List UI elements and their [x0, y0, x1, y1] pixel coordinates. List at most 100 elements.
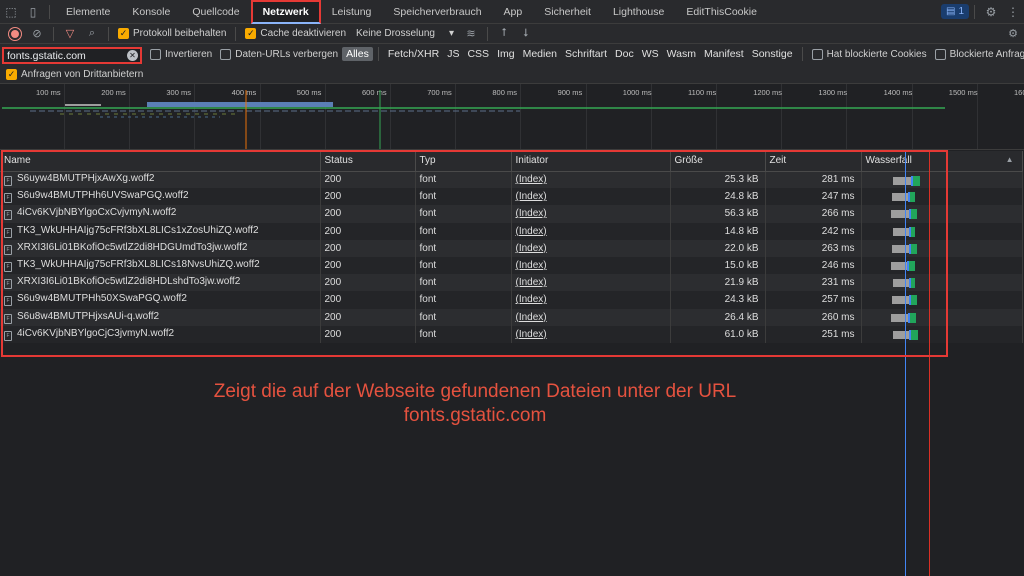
import-har-upload-icon[interactable]: ⭡ [493, 24, 515, 44]
cell-waterfall[interactable] [861, 171, 1023, 189]
table-row[interactable]: F TK3_WkUHHAIjg75cFRf3bXL8LICs18NvsUhiZQ.… [0, 256, 1023, 275]
cell-name[interactable]: F S6uyw4BMUTPHjxAwXg.woff2 [0, 171, 321, 189]
cell-waterfall[interactable] [861, 308, 1023, 326]
type-filter-wasm[interactable]: Wasm [663, 47, 700, 61]
initiator-link[interactable]: (Index) [516, 191, 547, 202]
network-settings-gear-icon[interactable]: ⚙ [1002, 24, 1024, 44]
initiator-link[interactable]: (Index) [516, 294, 547, 305]
cell-initiator[interactable]: (Index) [511, 239, 671, 257]
tab-app[interactable]: App [493, 0, 534, 24]
type-filter-font[interactable]: Schriftart [561, 47, 611, 61]
tab-editthiscookie[interactable]: EditThisCookie [675, 0, 768, 24]
table-row[interactable]: F 4iCv6KVjbNBYlgoCjC3jvmyN.woff2 200 font (I… [0, 325, 1023, 343]
cell-name[interactable]: F S6u9w4BMUTPHh6UVSwaPGQ.woff2 [0, 188, 321, 206]
cell-waterfall[interactable] [861, 222, 1023, 240]
table-row[interactable]: F XRXI3I6Li01BKofiOc5wtlZ2di8HDGUmdTo3jw.… [0, 239, 1023, 257]
filter-input[interactable] [7, 49, 125, 62]
initiator-link[interactable]: (Index) [516, 260, 547, 271]
cell-name[interactable]: F S6u9w4BMUTPHh50XSwaPGQ.woff2 [0, 291, 321, 309]
type-filter-doc[interactable]: Doc [611, 47, 638, 61]
table-row[interactable]: F TK3_WkUHHAIjg75cFRf3bXL8LICs1xZosUhiZQ.… [0, 222, 1023, 240]
throttling-select[interactable]: Keine Drosselung ▾ [350, 28, 460, 39]
initiator-link[interactable]: (Index) [516, 226, 547, 237]
inspect-element-icon[interactable]: ⬚ [0, 0, 22, 24]
type-filter-media[interactable]: Medien [519, 47, 561, 61]
network-overview-timeline[interactable]: 100 ms 200 ms 300 ms 400 ms 500 ms 600 ms 700 … [0, 84, 1024, 150]
cell-initiator[interactable]: (Index) [511, 325, 671, 343]
third-party-checkbox[interactable]: ✓ Anfragen von Drittanbietern [2, 68, 147, 80]
type-filter-css[interactable]: CSS [463, 47, 493, 61]
column-header-name[interactable]: Name [0, 151, 321, 172]
column-header-time[interactable]: Zeit [765, 151, 862, 172]
cell-name[interactable]: F XRXI3I6Li01BKofiOc5wtlZ2di8HDLshdTo3jw.… [0, 274, 321, 292]
preserve-log-checkbox[interactable]: ✓ Protokoll beibehalten [114, 28, 230, 39]
cell-initiator[interactable]: (Index) [511, 274, 671, 292]
table-row[interactable]: F S6u9w4BMUTPHh6UVSwaPGQ.woff2 200 font (Ind… [0, 188, 1023, 206]
column-header-size[interactable]: Größe [670, 151, 766, 172]
table-row[interactable]: F S6u8w4BMUTPHjxsAUi-q.woff2 200 font (Index… [0, 308, 1023, 326]
cell-waterfall[interactable] [861, 205, 1023, 223]
table-row[interactable]: F 4iCv6KVjbNBYlgoCxCvjvmyN.woff2 200 font (I… [0, 205, 1023, 223]
record-button[interactable] [9, 27, 21, 40]
type-filter-fetch-xhr[interactable]: Fetch/XHR [384, 47, 443, 61]
tab-sicherheit[interactable]: Sicherheit [533, 0, 602, 24]
cell-initiator[interactable]: (Index) [511, 291, 671, 309]
filter-icon[interactable]: ▽ [59, 24, 81, 44]
filter-input-box[interactable]: ✕ [2, 47, 142, 64]
tab-leistung[interactable]: Leistung [321, 0, 383, 24]
column-header-status[interactable]: Status [320, 151, 416, 172]
initiator-link[interactable]: (Index) [516, 329, 547, 340]
cell-initiator[interactable]: (Index) [511, 222, 671, 240]
cell-name[interactable]: F XRXI3I6Li01BKofiOc5wtlZ2di8HDGUmdTo3jw.… [0, 239, 321, 257]
blocked-requests-checkbox[interactable]: Blockierte Anfragen [931, 48, 1024, 60]
type-filter-js[interactable]: JS [443, 47, 463, 61]
cell-initiator[interactable]: (Index) [511, 205, 671, 223]
tab-speicherverbrauch[interactable]: Speicherverbrauch [382, 0, 492, 24]
cell-waterfall[interactable] [861, 188, 1023, 206]
search-icon[interactable]: ⌕ [81, 24, 103, 44]
cell-name[interactable]: F TK3_WkUHHAIjg75cFRf3bXL8LICs18NvsUhiZQ.… [0, 256, 321, 275]
type-filter-manifest[interactable]: Manifest [700, 47, 748, 61]
cell-waterfall[interactable] [861, 256, 1023, 275]
disable-cache-checkbox[interactable]: ✓ Cache deaktivieren [241, 28, 350, 39]
network-conditions-wifi-icon[interactable]: ≋ [460, 24, 482, 44]
tab-lighthouse[interactable]: Lighthouse [602, 0, 675, 24]
type-filter-all[interactable]: Alles [342, 47, 373, 61]
clear-icon[interactable]: ⊘ [26, 24, 48, 44]
cell-name[interactable]: F S6u8w4BMUTPHjxsAUi-q.woff2 [0, 308, 321, 326]
tab-konsole[interactable]: Konsole [121, 0, 181, 24]
more-options-icon[interactable]: ⋮ [1002, 0, 1024, 24]
tab-elemente[interactable]: Elemente [55, 0, 121, 24]
invert-checkbox[interactable]: Invertieren [146, 48, 216, 60]
cell-waterfall[interactable] [861, 239, 1023, 257]
blocked-cookies-checkbox[interactable]: Hat blockierte Cookies [808, 48, 931, 60]
cell-name[interactable]: F 4iCv6KVjbNBYlgoCjC3jvmyN.woff2 [0, 325, 321, 343]
type-filter-img[interactable]: Img [493, 47, 519, 61]
settings-gear-icon[interactable]: ⚙ [980, 0, 1002, 24]
cell-waterfall[interactable] [861, 291, 1023, 309]
cell-name[interactable]: F 4iCv6KVjbNBYlgoCxCvjvmyN.woff2 [0, 205, 321, 223]
hide-data-urls-checkbox[interactable]: Daten-URLs verbergen [216, 48, 342, 60]
type-filter-ws[interactable]: WS [638, 47, 663, 61]
cell-initiator[interactable]: (Index) [511, 256, 671, 275]
issues-badge[interactable]: ▤ 1 [940, 4, 969, 19]
column-header-type[interactable]: Typ [415, 151, 512, 172]
initiator-link[interactable]: (Index) [516, 174, 547, 185]
cell-waterfall[interactable] [861, 325, 1023, 343]
cell-initiator[interactable]: (Index) [511, 188, 671, 206]
cell-waterfall[interactable] [861, 274, 1023, 292]
table-row[interactable]: F S6uyw4BMUTPHjxAwXg.woff2 200 font (Index) 2… [0, 171, 1023, 189]
cell-initiator[interactable]: (Index) [511, 308, 671, 326]
tab-quellcode[interactable]: Quellcode [181, 0, 250, 24]
initiator-link[interactable]: (Index) [516, 208, 547, 219]
column-header-initiator[interactable]: Initiator [511, 151, 671, 172]
cell-initiator[interactable]: (Index) [511, 171, 671, 189]
device-toolbar-icon[interactable]: ▯ [22, 0, 44, 24]
tab-netzwerk[interactable]: Netzwerk [250, 0, 321, 24]
export-har-download-icon[interactable]: ⭣ [515, 24, 537, 44]
type-filter-other[interactable]: Sonstige [748, 47, 797, 61]
initiator-link[interactable]: (Index) [516, 277, 547, 288]
clear-filter-icon[interactable]: ✕ [127, 50, 138, 61]
initiator-link[interactable]: (Index) [516, 312, 547, 323]
column-header-waterfall[interactable]: Wasserfall ▲ [861, 151, 1023, 172]
